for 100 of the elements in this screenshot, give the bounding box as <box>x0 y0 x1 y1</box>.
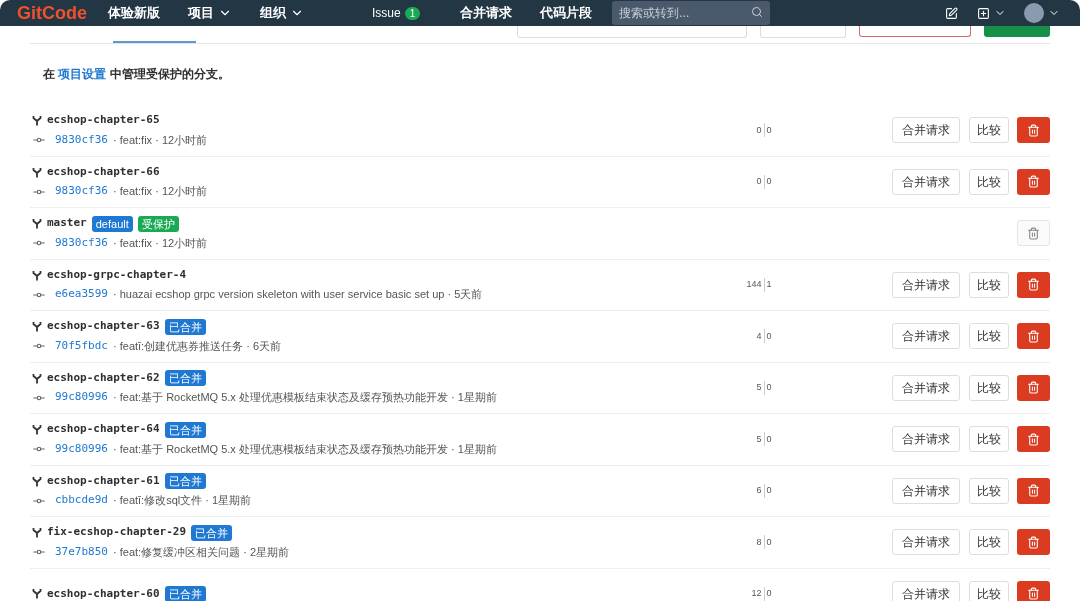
merge-request-button[interactable]: 合并请求 <box>892 323 960 350</box>
commit-hash[interactable]: 99c80996 <box>55 389 108 406</box>
commit-hash[interactable]: 37e7b850 <box>55 543 108 561</box>
nav-link[interactable]: 体验新版 <box>108 3 160 23</box>
merge-request-button[interactable]: 合并请求 <box>892 168 960 195</box>
commit-message: · huazai ecshop grpc version skeleton with user service basic set up · 5天前 <box>113 287 483 303</box>
ahead-count: 1 <box>766 278 773 292</box>
commit-message: · feat:fix · 12小时前 <box>113 235 208 251</box>
compare-button[interactable]: 比较 <box>969 529 1009 556</box>
branch-badge: 已合并 <box>164 421 206 438</box>
compare-button[interactable]: 比较 <box>969 117 1009 144</box>
delete-button[interactable] <box>1017 374 1050 401</box>
gitcode-logo[interactable]: GitCode <box>17 0 87 27</box>
commit-message: · feat:fix · 12小时前 <box>113 184 208 200</box>
behind-count: 5 <box>756 432 762 446</box>
compare-button[interactable]: 比较 <box>969 374 1009 401</box>
nav-link[interactable]: Issue 1 <box>372 4 421 22</box>
protected-branches-notice: 在 项目设置 中管理受保护的分支。 <box>42 66 231 83</box>
ahead-count: 0 <box>766 535 773 549</box>
merge-request-button[interactable]: 合并请求 <box>892 580 960 601</box>
search-field[interactable]: 搜索或转到... <box>612 0 771 25</box>
merge-request-button[interactable]: 合并请求 <box>892 117 960 144</box>
avatar[interactable] <box>1024 3 1044 23</box>
merge-request-button[interactable]: 合并请求 <box>892 529 960 556</box>
commit-message: · feat:基于 RocketMQ 5.x 处理优惠模板结束状态及缓存预热功能开发 · 1星期前 <box>113 390 497 406</box>
commit-message: · feat:fix · 12小时前 <box>113 132 208 148</box>
branch-badge: default <box>91 215 133 232</box>
branch-icon <box>32 269 42 281</box>
commit-hash[interactable]: cbbcde9d <box>55 492 108 509</box>
branch-name[interactable]: ecshop-chapter-64 <box>47 421 160 438</box>
compare-button[interactable]: 比较 <box>969 271 1009 298</box>
branch-badge: 受保护 <box>137 215 179 232</box>
branch-name[interactable]: master <box>47 215 87 232</box>
ahead-count: 0 <box>766 381 773 395</box>
branch-icon <box>32 475 42 487</box>
delete-button[interactable] <box>1017 168 1050 195</box>
trash-icon <box>1027 484 1040 498</box>
commit-hash[interactable]: 70f5fbdc <box>55 337 108 355</box>
delete-button[interactable] <box>1017 323 1050 350</box>
nav-link[interactable]: 代码片段 <box>540 3 593 23</box>
nav-menu[interactable]: 组织 <box>260 3 304 23</box>
behind-count: 144 <box>746 278 762 292</box>
ahead-count: 0 <box>766 484 773 498</box>
branch-badge: 已合并 <box>164 473 206 489</box>
delete-button[interactable] <box>1017 426 1050 453</box>
count-badge: 1 <box>404 6 421 20</box>
todo-icon[interactable] <box>945 6 958 20</box>
merge-request-button[interactable]: 合并请求 <box>892 477 960 504</box>
delete-button[interactable] <box>1017 271 1050 298</box>
branch-name[interactable]: ecshop-chapter-61 <box>47 472 160 490</box>
compare-button[interactable]: 比较 <box>969 426 1009 453</box>
branch-badge: 已合并 <box>164 585 206 601</box>
delete-button[interactable] <box>1017 529 1050 556</box>
merge-request-button[interactable]: 合并请求 <box>892 271 960 298</box>
ahead-count: 0 <box>766 587 773 601</box>
branch-name[interactable]: ecshop-grpc-chapter-4 <box>47 266 187 284</box>
behind-count: 0 <box>756 175 762 189</box>
trash-icon <box>1027 278 1040 292</box>
trash-icon <box>1027 226 1040 240</box>
plus-icon[interactable] <box>977 6 990 20</box>
branch-icon <box>32 321 42 332</box>
branch-icon <box>32 588 42 600</box>
trash-icon <box>1027 123 1040 137</box>
branch-name[interactable]: ecshop-chapter-65 <box>47 112 160 129</box>
compare-button[interactable]: 比较 <box>969 323 1009 350</box>
delete-merged-button[interactable] <box>859 26 971 37</box>
project-settings-link[interactable]: 项目设置 <box>58 67 107 81</box>
compare-button[interactable]: 比较 <box>969 580 1009 601</box>
compare-button[interactable]: 比较 <box>969 168 1009 195</box>
commit-hash[interactable]: 9830cf36 <box>55 234 108 252</box>
branch-icon <box>32 218 42 229</box>
nav-link[interactable]: 合并请求 <box>460 3 513 23</box>
branch-name[interactable]: ecshop-chapter-63 <box>47 318 160 335</box>
ahead-count: 0 <box>766 432 773 446</box>
commit-hash[interactable]: 9830cf36 <box>55 183 108 200</box>
branch-icon <box>32 527 42 538</box>
commit-hash[interactable]: 99c80996 <box>55 440 108 458</box>
delete-button[interactable] <box>1017 580 1050 601</box>
merge-request-button[interactable]: 合并请求 <box>892 426 960 453</box>
filter-field[interactable] <box>517 26 747 38</box>
branch-name[interactable]: ecshop-chapter-60 <box>47 585 160 601</box>
trash-icon <box>1027 381 1040 395</box>
branch-name[interactable]: fix-ecshop-chapter-29 <box>47 524 187 541</box>
commit-hash[interactable]: 9830cf36 <box>55 131 108 149</box>
behind-count: 6 <box>756 484 762 498</box>
delete-button[interactable] <box>1017 117 1050 144</box>
branch-icon <box>32 424 42 435</box>
branch-name[interactable]: ecshop-chapter-62 <box>47 369 160 387</box>
branch-name[interactable]: ecshop-chapter-66 <box>47 163 160 181</box>
compare-button[interactable]: 比较 <box>969 477 1009 504</box>
branch-icon <box>32 115 42 126</box>
branch-badge: 已合并 <box>164 370 206 386</box>
branch-badge: 已合并 <box>164 318 206 335</box>
ahead-count: 0 <box>766 175 773 189</box>
commit-hash[interactable]: e6ea3599 <box>55 286 108 303</box>
nav-menu[interactable]: 项目 <box>188 3 232 23</box>
branch-badge: 已合并 <box>191 524 233 541</box>
merge-request-button[interactable]: 合并请求 <box>892 374 960 401</box>
delete-button[interactable] <box>1017 477 1050 504</box>
trash-icon <box>1027 535 1040 549</box>
